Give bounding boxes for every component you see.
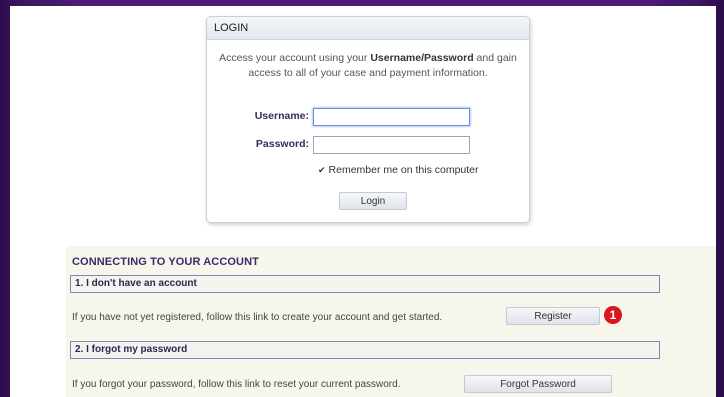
checkmark-icon: ✔	[318, 165, 326, 175]
step-2-heading: 2. I forgot my password	[70, 341, 660, 359]
step-2-text: If you forgot your password, follow this…	[72, 379, 401, 390]
connecting-section: CONNECTING TO YOUR ACCOUNT 1. I don't ha…	[66, 246, 716, 397]
page-content: LOGIN Access your account using your Use…	[10, 6, 716, 397]
connecting-title: CONNECTING TO YOUR ACCOUNT	[72, 256, 259, 268]
username-label: Username:	[254, 110, 309, 122]
username-input[interactable]	[313, 108, 470, 126]
password-input[interactable]	[313, 136, 470, 154]
username-row: Username:	[207, 108, 529, 126]
step-1-heading: 1. I don't have an account	[70, 275, 660, 293]
login-intro-prefix: Access your account using your	[219, 52, 371, 64]
callout-badge: 1	[604, 306, 622, 324]
register-button[interactable]: Register	[506, 307, 600, 325]
login-intro: Access your account using your Username/…	[217, 51, 519, 81]
password-label: Password:	[255, 138, 309, 150]
password-row: Password:	[207, 136, 529, 154]
remember-me-label: Remember me on this computer	[328, 164, 479, 176]
step-1-text: If you have not yet registered, follow t…	[72, 312, 443, 323]
login-panel: LOGIN Access your account using your Use…	[206, 16, 530, 223]
remember-me-checkbox[interactable]: ✔ Remember me on this computer	[318, 164, 479, 176]
login-button[interactable]: Login	[339, 192, 407, 210]
login-intro-bold: Username/Password	[370, 52, 474, 64]
login-header: LOGIN	[207, 17, 529, 40]
forgot-password-button[interactable]: Forgot Password	[464, 375, 612, 393]
